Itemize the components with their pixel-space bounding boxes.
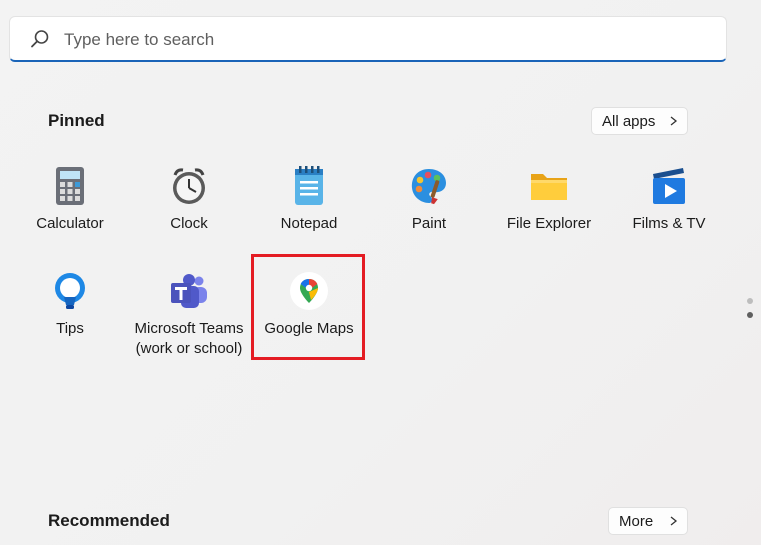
- highlight-box: [251, 254, 365, 360]
- tips-icon: [55, 273, 85, 309]
- calculator-icon: [56, 167, 84, 205]
- app-calculator[interactable]: Calculator: [10, 166, 130, 234]
- all-apps-button[interactable]: All apps: [591, 107, 688, 135]
- recommended-title: Recommended: [48, 511, 170, 530]
- app-file-explorer[interactable]: File Explorer: [489, 166, 609, 234]
- search-box[interactable]: Type here to search: [9, 16, 727, 62]
- page-dot-inactive[interactable]: [747, 298, 753, 304]
- app-paint[interactable]: Paint: [369, 166, 489, 234]
- app-label: Notepad: [280, 215, 338, 232]
- chevron-right-icon: [670, 516, 678, 526]
- app-label: Microsoft Teams (work or school): [134, 320, 244, 357]
- paint-icon: [411, 169, 446, 205]
- clock-icon: [173, 168, 205, 204]
- search-input[interactable]: Type here to search: [64, 30, 214, 50]
- app-label: Clock: [170, 215, 208, 232]
- teams-icon: [171, 274, 207, 308]
- app-films-tv[interactable]: Films & TV: [609, 166, 729, 234]
- all-apps-label: All apps: [602, 112, 656, 130]
- notepad-icon: [295, 166, 323, 205]
- chevron-right-icon: [670, 116, 678, 126]
- page-dot-active[interactable]: [747, 312, 753, 318]
- app-notepad[interactable]: Notepad: [249, 166, 369, 234]
- more-button[interactable]: More: [608, 507, 688, 535]
- app-clock[interactable]: Clock: [129, 166, 249, 234]
- folder-icon: [531, 174, 567, 200]
- app-label: Tips: [56, 320, 84, 337]
- app-label: Films & TV: [632, 215, 706, 232]
- films-tv-icon: [653, 168, 685, 204]
- more-label: More: [619, 512, 654, 530]
- app-microsoft-teams[interactable]: Microsoft Teams (work or school): [129, 271, 249, 359]
- pinned-title: Pinned: [48, 111, 105, 130]
- app-label: Calculator: [36, 215, 104, 232]
- app-tips[interactable]: Tips: [10, 271, 130, 339]
- app-label: Paint: [411, 215, 447, 232]
- app-label: File Explorer: [506, 215, 592, 232]
- search-icon: [31, 30, 49, 48]
